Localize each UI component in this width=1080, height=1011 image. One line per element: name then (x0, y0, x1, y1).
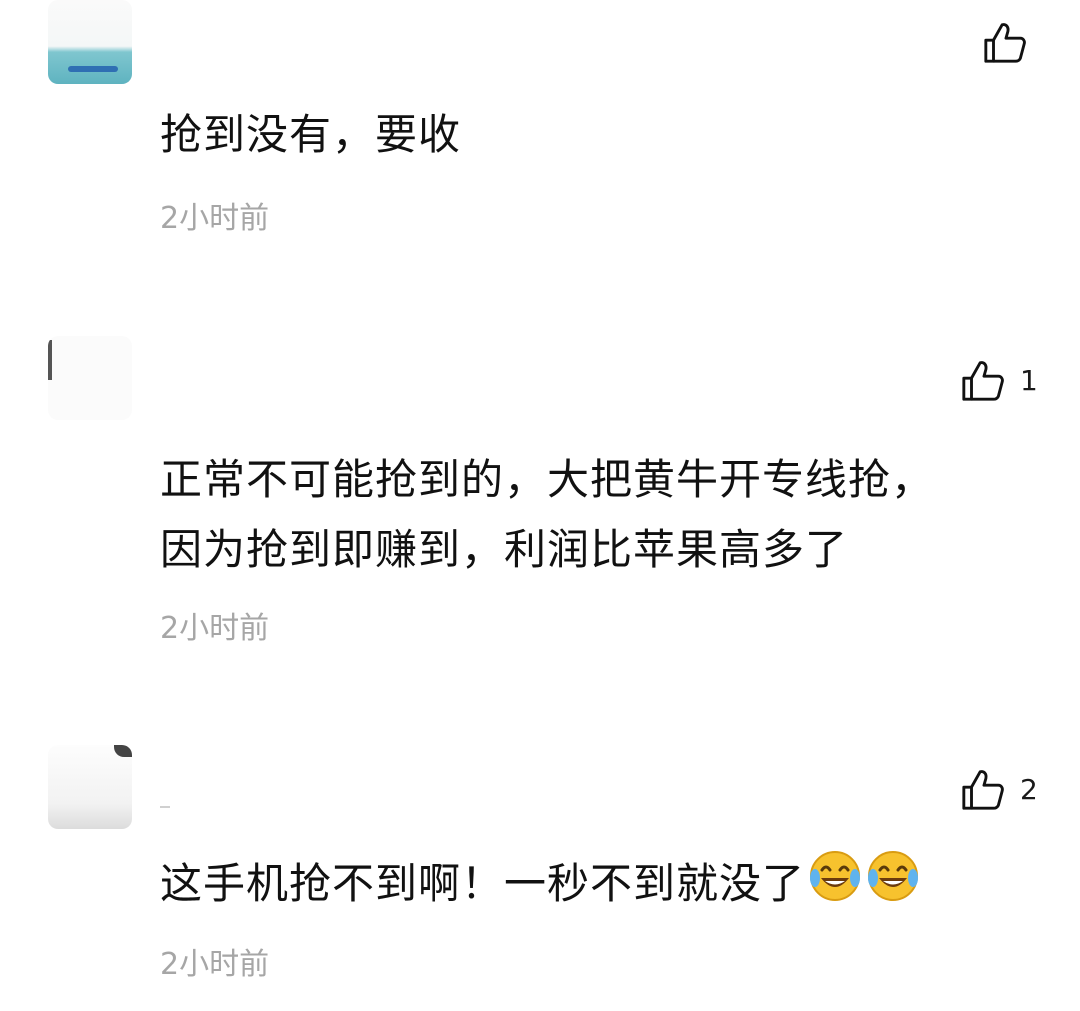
like-count: 2 (1020, 773, 1038, 806)
avatar[interactable] (48, 745, 132, 829)
like-button[interactable]: 2 (960, 767, 1038, 813)
comment-time: 2小时前 (160, 947, 270, 982)
comment-item: 2 这手机抢不到啊！一秒不到就没了 2小时前 (0, 0, 1080, 1011)
comment-text-body: 这手机抢不到啊！一秒不到就没了 (160, 859, 806, 908)
comment-text: 这手机抢不到啊！一秒不到就没了 (160, 848, 1040, 925)
laughing-crying-emoji-icon (807, 848, 863, 925)
avatar-image-detail (114, 745, 132, 757)
username-placeholder (160, 806, 170, 808)
thumbs-up-icon (962, 770, 1004, 810)
laughing-crying-emoji-icon (865, 848, 921, 925)
